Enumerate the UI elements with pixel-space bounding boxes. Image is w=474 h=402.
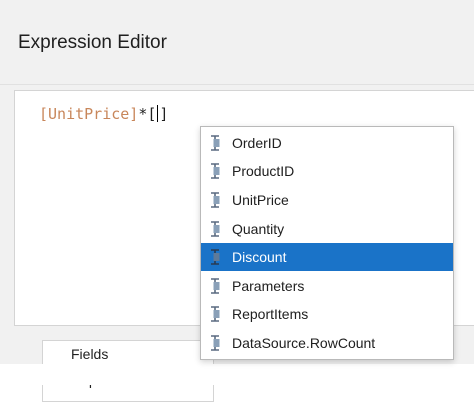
autocomplete-item-label: Discount (232, 249, 287, 265)
field-icon (208, 306, 222, 322)
autocomplete-item[interactable]: Parameters (201, 272, 453, 300)
autocomplete-item[interactable]: Quantity (201, 215, 453, 243)
autocomplete-item-label: ReportItems (232, 306, 309, 322)
autocomplete-item[interactable]: OrderID (201, 129, 453, 157)
title-bar: Expression Editor (0, 0, 474, 85)
autocomplete-item-label: OrderID (232, 135, 282, 151)
autocomplete-item-label: DataSource.RowCount (232, 335, 376, 351)
autocomplete-item[interactable]: ProductID (201, 157, 453, 185)
field-icon (208, 135, 222, 151)
page-edge (0, 364, 474, 385)
expression-operator-token: *[ (138, 105, 157, 123)
field-icon (208, 335, 222, 351)
autocomplete-item-label: UnitPrice (232, 192, 289, 208)
expression-closing-bracket: ] (159, 105, 169, 123)
category-item-fields[interactable]: Fields (71, 346, 108, 362)
autocomplete-item-selected[interactable]: Discount (201, 243, 453, 271)
field-icon (208, 278, 222, 294)
expression-text[interactable]: [UnitPrice]*[] (39, 104, 168, 124)
field-icon (208, 192, 222, 208)
autocomplete-item[interactable]: DataSource.RowCount (201, 329, 453, 357)
autocomplete-item-label: Parameters (232, 278, 305, 294)
autocomplete-item-label: Quantity (232, 221, 285, 237)
field-icon (208, 249, 222, 265)
field-icon (208, 221, 222, 237)
autocomplete-item-label: ProductID (232, 163, 295, 179)
autocomplete-item[interactable]: ReportItems (201, 300, 453, 328)
autocomplete-item[interactable]: UnitPrice (201, 186, 453, 214)
expression-editor-window: Expression Editor [UnitPrice]*[] Fields … (0, 0, 474, 402)
autocomplete-dropdown: OrderID ProductID UnitPrice Quantity Dis… (200, 126, 454, 360)
expression-field-token: [UnitPrice] (39, 105, 139, 123)
field-icon (208, 163, 222, 179)
window-title: Expression Editor (18, 32, 167, 53)
